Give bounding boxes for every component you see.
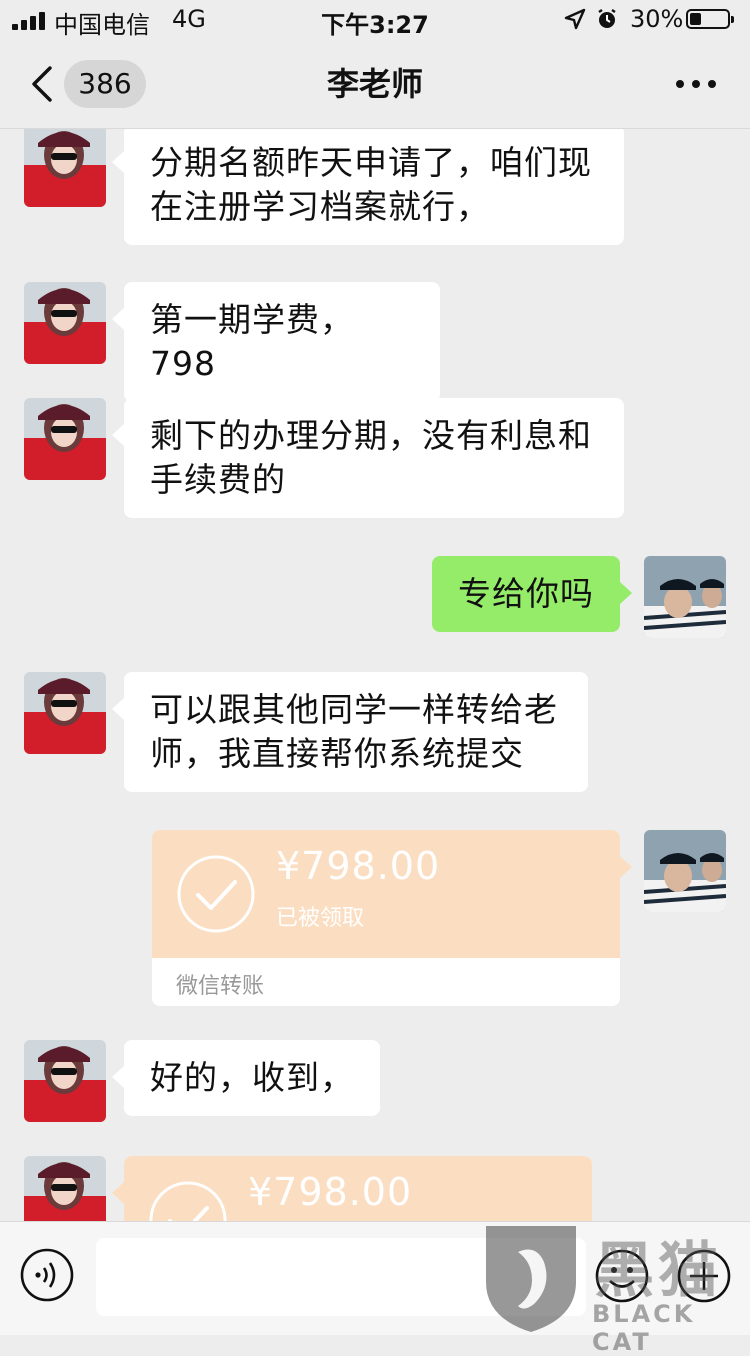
transfer-card-outgoing[interactable]: ¥798.00 已被领取 微信转账	[152, 830, 620, 1006]
battery-icon	[686, 9, 734, 29]
user-avatar[interactable]	[644, 830, 726, 912]
transfer-card-incoming[interactable]: ¥798.00	[124, 1156, 592, 1221]
message-text: 分期名额昨天申请了，咱们现在注册学习档案就行，	[150, 143, 592, 226]
more-icon[interactable]	[676, 78, 716, 88]
message-list[interactable]: 分期名额昨天申请了，咱们现在注册学习档案就行， 第一期学费，798 剩下的办理分…	[0, 129, 750, 1221]
transfer-status: 已被领取	[276, 906, 365, 931]
check-icon	[177, 855, 255, 933]
teacher-avatar[interactable]	[24, 129, 106, 207]
message-bubble[interactable]: 剩下的办理分期，没有利息和手续费的	[112, 398, 624, 518]
voice-icon[interactable]	[20, 1248, 74, 1302]
battery-percent: 30%	[630, 5, 684, 33]
teacher-avatar[interactable]	[24, 1040, 106, 1122]
message-text: 专给你吗	[458, 574, 594, 613]
status-bar: 中国电信 4G 下午3:27 30%	[0, 0, 750, 40]
teacher-avatar[interactable]	[24, 398, 106, 480]
bubble-tail	[112, 1182, 124, 1204]
transfer-amount: ¥798.00	[248, 1170, 413, 1214]
message-bubble-outgoing[interactable]: 专给你吗	[432, 556, 632, 632]
teacher-avatar[interactable]	[24, 672, 106, 754]
transfer-amount: ¥798.00	[276, 844, 441, 888]
transfer-card-top: ¥798.00 已被领取	[152, 830, 620, 958]
message-bubble[interactable]: 分期名额昨天申请了，咱们现在注册学习档案就行，	[112, 129, 624, 245]
check-icon	[149, 1181, 227, 1221]
message-text: 剩下的办理分期，没有利息和手续费的	[150, 416, 592, 499]
user-avatar[interactable]	[644, 556, 726, 638]
message-bubble[interactable]: 可以跟其他同学一样转给老师，我直接帮你系统提交	[112, 672, 588, 792]
chat-header: 386 李老师	[0, 40, 750, 129]
chat-title: 李老师	[326, 65, 423, 103]
black-cat-logo-icon	[486, 1226, 576, 1332]
message-text: 好的，收到，	[150, 1058, 354, 1097]
location-icon	[564, 8, 586, 30]
message-bubble[interactable]: 好的，收到，	[112, 1040, 380, 1116]
message-text: 第一期学费，798	[150, 300, 354, 383]
transfer-card-footer: 微信转账	[152, 958, 620, 1006]
battery-fill	[690, 13, 701, 25]
teacher-avatar[interactable]	[24, 1156, 106, 1221]
teacher-avatar[interactable]	[24, 282, 106, 364]
message-text: 可以跟其他同学一样转给老师，我直接帮你系统提交	[150, 690, 558, 773]
bubble-tail	[620, 856, 632, 878]
message-bubble[interactable]: 第一期学费，798	[112, 282, 440, 402]
alarm-icon	[598, 9, 616, 28]
watermark-en: BLACK CAT	[592, 1300, 696, 1356]
transfer-label: 微信转账	[176, 974, 265, 999]
watermark-cn: 黑猫	[594, 1236, 722, 1306]
transfer-card-top: ¥798.00	[124, 1156, 592, 1221]
